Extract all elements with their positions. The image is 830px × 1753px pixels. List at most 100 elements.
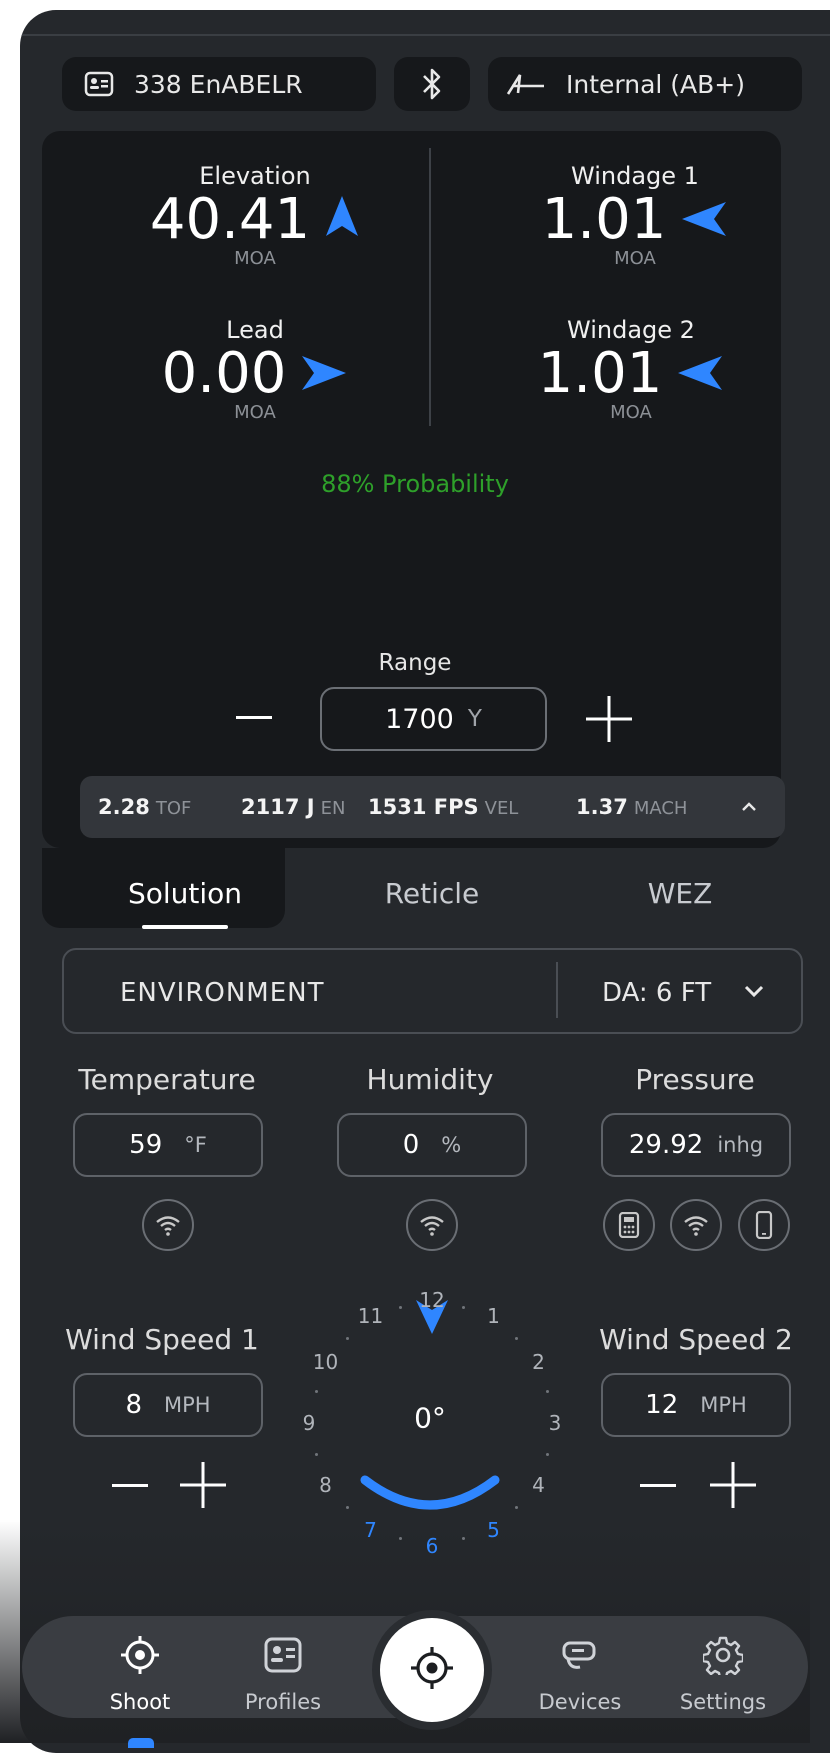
dial-hour-3: 3 [548,1411,562,1435]
range-decrement-button[interactable] [234,700,274,738]
pressure-label: Pressure [635,1063,755,1096]
wind-speed-1-increment-button[interactable] [180,1462,226,1512]
arrow-up-icon [324,190,360,250]
lead-label: Lead [226,316,284,344]
dial-hour-5: 5 [487,1517,500,1542]
humidity-unit: % [441,1133,462,1157]
ballistic-stats-bar[interactable]: 2.28 TOF 2117 J EN 1531 FPS VEL 1.37 MACH [80,776,785,838]
device-icon [560,1641,600,1680]
temperature-value: 59 [129,1130,163,1160]
dial-tick [345,1336,349,1340]
target-icon [409,1645,455,1695]
pressure-wifi-icon[interactable] [670,1199,722,1251]
humidity-wifi-icon[interactable] [406,1199,458,1251]
stat-mach: 1.37 MACH [576,795,688,819]
arrow-left-icon [676,344,724,404]
calculator-icon[interactable] [603,1199,655,1251]
wind-speed-1-value: 8 [125,1390,142,1420]
temperature-wifi-icon[interactable] [142,1199,194,1251]
dial-hour-9: 9 [302,1411,316,1435]
wind-speed-2-value: 12 [645,1390,679,1420]
active-tab-indicator [142,925,228,929]
range-unit: Y [467,706,482,732]
stat-velocity: 1531 FPS VEL [368,795,519,819]
dial-tick [314,1452,318,1456]
solution-divider [429,148,431,426]
active-nav-indicator [128,1738,154,1748]
dial-hour-1: 1 [487,1304,500,1329]
ballistics-engine-name: Internal (AB+) [566,69,746,99]
windage1-readout: Windage 1 1.01 MOA [520,162,750,269]
environment-title: ENVIRONMENT [120,978,325,1008]
range-increment-button[interactable] [586,696,632,746]
profile-card-icon [84,71,114,97]
wind-speed-2-increment-button[interactable] [710,1462,756,1512]
nav-devices-label: Devices [538,1690,622,1714]
windage2-label: Windage 2 [567,316,695,344]
wind-speed-1-input[interactable]: 8 MPH [73,1373,263,1437]
humidity-input[interactable]: 0 % [337,1113,527,1177]
wind-speed-1-unit: MPH [163,1393,211,1417]
temperature-label: Temperature [78,1063,256,1096]
pressure-value: 29.92 [628,1130,704,1160]
pressure-input[interactable]: 29.92 inhg [601,1113,791,1177]
nav-settings-label: Settings [679,1690,767,1714]
elevation-value: 40.41 [149,187,311,252]
phone-icon[interactable] [738,1199,790,1251]
dial-hour-12: 12 [419,1288,445,1312]
temperature-unit: °F [184,1133,207,1157]
elevation-label: Elevation [199,162,311,190]
hit-probability: 88% Probability [321,470,509,498]
elevation-readout: Elevation 40.41 MOA [140,162,370,269]
dial-hour-2: 2 [532,1349,545,1374]
lead-value: 0.00 [161,341,287,406]
ballistics-engine-selector[interactable]: Internal (AB+) [488,57,802,111]
nav-devices[interactable]: Devices [525,1635,635,1714]
lead-readout: Lead 0.00 MOA [140,316,370,423]
pressure-unit: inhg [717,1133,764,1157]
windage2-readout: Windage 2 1.01 MOA [516,316,746,423]
tab-reticle[interactable]: Reticle [352,877,512,910]
dial-hour-4: 4 [532,1472,545,1497]
arrow-right-icon [300,344,348,404]
wind-speed-1-label: Wind Speed 1 [65,1323,259,1356]
wind-speed-2-label: Wind Speed 2 [599,1323,793,1356]
stat-energy: 2117 J EN [241,795,346,819]
target-icon [120,1636,160,1680]
tab-solution[interactable]: Solution [105,877,265,910]
dial-hour-11: 11 [357,1304,384,1329]
humidity-label: Humidity [366,1063,494,1096]
chevron-up-icon[interactable] [740,796,758,820]
temperature-input[interactable]: 59 °F [73,1113,263,1177]
profile-name: 338 EnABELR [134,69,303,99]
nav-settings[interactable]: Settings [668,1635,778,1714]
humidity-value: 0 [402,1130,420,1160]
dial-hour-7: 7 [364,1517,377,1542]
density-altitude: DA: 6 FT [602,978,712,1008]
windage1-value: 1.01 [541,187,667,252]
nav-shoot[interactable]: Shoot [85,1635,195,1714]
arrow-left-icon [680,190,728,250]
wind-speed-1-decrement-button[interactable] [110,1468,150,1506]
nav-profiles[interactable]: Profiles [228,1635,338,1714]
dial-hour-6: 6 [425,1534,439,1558]
range-label: Range [378,650,452,676]
range-input[interactable]: 1700 Y [320,687,547,751]
dial-hour-10: 10 [312,1349,339,1374]
profile-selector[interactable]: 338 EnABELR [62,57,376,111]
bluetooth-icon [422,67,442,101]
chevron-down-icon[interactable] [742,982,766,1004]
bluetooth-button[interactable] [394,57,470,111]
dial-tick [461,1305,465,1309]
range-value: 1700 [385,703,454,735]
stat-tof: 2.28 TOF [98,795,192,819]
wind-speed-2-decrement-button[interactable] [638,1468,678,1506]
nav-profiles-label: Profiles [244,1690,322,1714]
wind-direction-value: 0° [414,1401,446,1435]
gear-icon [701,1636,745,1680]
dial-hour-8: 8 [319,1472,332,1497]
tab-wez[interactable]: WEZ [600,877,760,910]
wind-speed-2-input[interactable]: 12 MPH [601,1373,791,1437]
wind-speed-2-unit: MPH [700,1393,747,1417]
center-shoot-button[interactable] [380,1618,484,1722]
